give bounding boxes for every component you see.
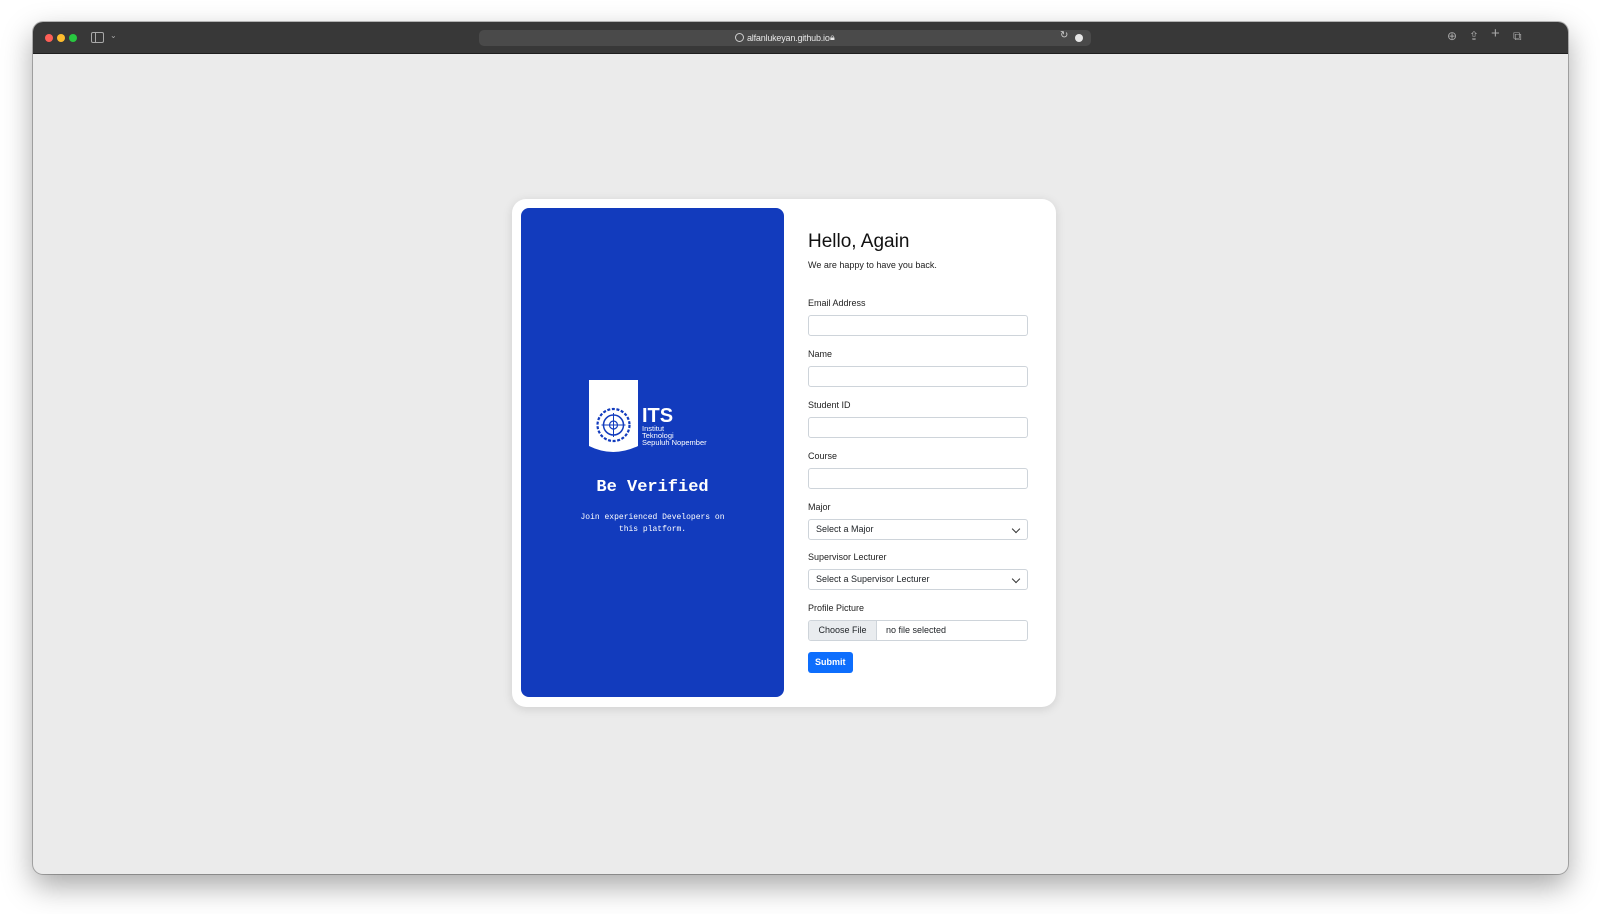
- brand-title: Be Verified: [596, 478, 709, 497]
- zoom-window-button[interactable]: [69, 34, 77, 42]
- browser-toolbar: ⌄ alfanlukeyan.github.io 🔒︎ ↻ ⊕ ⇪ + ⧉: [33, 22, 1568, 54]
- url-text: alfanlukeyan.github.io: [747, 33, 830, 43]
- submit-button[interactable]: Submit: [808, 652, 853, 673]
- student-id-field[interactable]: [808, 417, 1028, 438]
- share-icon[interactable]: ⇪: [1469, 29, 1479, 43]
- email-label: Email Address: [808, 298, 866, 308]
- logo-line-3: Sepuluh Nopember: [642, 438, 707, 447]
- major-label: Major: [808, 502, 831, 512]
- chevron-down-icon: [1011, 524, 1021, 534]
- chevron-down-icon: [1011, 574, 1021, 584]
- tab-overview-icon[interactable]: ⧉: [1513, 29, 1522, 43]
- extension-icon[interactable]: [1075, 34, 1083, 42]
- browser-window: ⌄ alfanlukeyan.github.io 🔒︎ ↻ ⊕ ⇪ + ⧉ IT…: [33, 22, 1568, 874]
- lock-icon: 🔒︎: [830, 32, 835, 42]
- student-id-label: Student ID: [808, 400, 851, 410]
- file-status: no file selected: [886, 625, 947, 635]
- chevron-down-icon[interactable]: ⌄: [110, 31, 117, 40]
- new-tab-icon[interactable]: +: [1491, 26, 1500, 41]
- major-select[interactable]: Select a Major: [808, 519, 1028, 540]
- close-window-button[interactable]: [45, 34, 53, 42]
- profile-picture-input[interactable]: Choose File no file selected: [808, 620, 1028, 641]
- form-title: Hello, Again: [808, 231, 910, 252]
- address-bar[interactable]: alfanlukeyan.github.io 🔒︎ ↻: [479, 30, 1091, 46]
- supervisor-selected-value: Select a Supervisor Lecturer: [816, 574, 930, 584]
- profile-picture-label: Profile Picture: [808, 603, 865, 613]
- brand-panel: ITS Institut Teknologi Sepuluh Nopember …: [521, 208, 784, 697]
- its-logo: ITS Institut Teknologi Sepuluh Nopember: [589, 380, 707, 452]
- supervisor-label: Supervisor Lecturer: [808, 552, 887, 562]
- email-field[interactable]: [808, 315, 1028, 336]
- name-field[interactable]: [808, 366, 1028, 387]
- choose-file-button[interactable]: Choose File: [809, 621, 877, 640]
- reload-icon[interactable]: ↻: [1060, 30, 1068, 41]
- name-label: Name: [808, 349, 833, 359]
- course-field[interactable]: [808, 468, 1028, 489]
- download-icon[interactable]: ⊕: [1447, 29, 1457, 43]
- brand-subtitle: Join experienced Developers on this plat…: [580, 513, 725, 534]
- major-selected-value: Select a Major: [816, 524, 874, 534]
- verification-card: ITS Institut Teknologi Sepuluh Nopember …: [512, 199, 1056, 707]
- sidebar-toggle-icon[interactable]: [91, 32, 104, 43]
- supervisor-select[interactable]: Select a Supervisor Lecturer: [808, 569, 1028, 590]
- course-label: Course: [808, 451, 838, 461]
- minimize-window-button[interactable]: [57, 34, 65, 42]
- globe-icon: [735, 33, 744, 42]
- form-subtitle: We are happy to have you back.: [808, 260, 937, 270]
